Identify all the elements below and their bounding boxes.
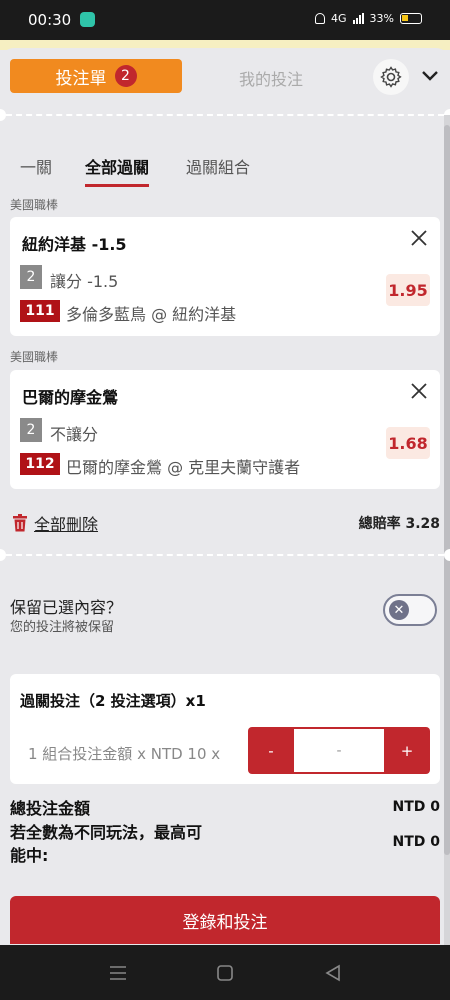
notification-app-icon: [80, 12, 95, 27]
keep-selections-title: 保留已選內容？: [10, 598, 123, 617]
chevron-down-icon: [422, 71, 438, 81]
tab-my-bets[interactable]: 我的投注: [200, 66, 342, 90]
decrease-button[interactable]: -: [248, 727, 294, 774]
total-odds: 總賠率 3.28: [359, 513, 440, 533]
notch: [444, 549, 450, 561]
max-win-label-line1: 若全數為不同玩法，最高可: [10, 823, 203, 842]
bet-card: 巴爾的摩金鶯 2 不讓分 112 巴爾的摩金鶯 @ 克里夫蘭守護者 1.68: [10, 370, 440, 489]
tab-betslip[interactable]: 投注單 2: [10, 59, 182, 93]
increase-button[interactable]: +: [384, 727, 430, 774]
matchup-label: 多倫多藍鳥 @ 紐約洋基: [66, 305, 237, 324]
event-id-badge: 111: [20, 300, 60, 322]
bet-card: 紐約洋基 -1.5 2 讓分 -1.5 111 多倫多藍鳥 @ 紐約洋基 1.9…: [10, 217, 440, 336]
status-bar: 00:30 4G 33%: [0, 0, 450, 40]
event-id-badge: 112: [20, 453, 60, 475]
battery-icon: [400, 13, 422, 24]
settings-button[interactable]: [373, 59, 409, 95]
stake-label: 1 組合投注金額 x NTD 10 x: [28, 745, 221, 763]
menu-lines-icon: [110, 966, 126, 980]
tab-parlay-combo[interactable]: 過關組合: [186, 154, 250, 178]
system-nav-bar: [0, 945, 450, 1000]
gear-icon: [380, 66, 402, 88]
market-label: 讓分 -1.5: [50, 272, 119, 291]
selection-title: 巴爾的摩金鶯: [22, 388, 119, 407]
total-odds-value: 3.28: [405, 516, 440, 532]
battery-percent: 33%: [369, 12, 394, 25]
odds-value: 1.68: [386, 427, 430, 459]
max-win-label-line2: 能中:: [10, 846, 49, 865]
login-and-bet-button[interactable]: 登錄和投注: [10, 896, 440, 944]
total-odds-label: 總賠率: [358, 516, 401, 532]
total-stake-label: 總投注金額: [10, 799, 91, 818]
home-square-icon: [217, 965, 233, 981]
tab-all-parlay[interactable]: 全部過關: [85, 154, 150, 187]
back-triangle-icon: [325, 964, 340, 982]
keep-selections-subtitle: 您的投注將被保留: [10, 620, 115, 635]
league-label: 美國職棒: [10, 198, 59, 212]
divider: [6, 114, 444, 116]
delete-all-label: 全部刪除: [34, 515, 99, 534]
market-label: 不讓分: [50, 425, 99, 444]
close-icon[interactable]: [408, 380, 430, 402]
matchup-label: 巴爾的摩金鶯 @ 克里夫蘭守護者: [66, 458, 301, 477]
betslip-count-badge: 2: [114, 65, 137, 87]
tab-single[interactable]: 一關: [20, 154, 52, 178]
delete-all-button[interactable]: 全部刪除: [12, 511, 98, 535]
league-label: 美國職棒: [10, 350, 59, 364]
keep-selections-toggle[interactable]: ✕: [383, 594, 437, 626]
collapse-button[interactable]: [418, 64, 442, 88]
signal-icon: [352, 13, 364, 24]
divider: [6, 554, 444, 556]
mute-bell-icon: [315, 13, 326, 24]
toggle-off-icon: ✕: [389, 600, 409, 620]
market-number: 2: [20, 418, 42, 442]
odds-value: 1.95: [386, 274, 430, 306]
close-icon[interactable]: [408, 227, 430, 249]
network-label: 4G: [331, 12, 347, 25]
parlay-title: 過關投注（2 投注選項）x1: [20, 692, 206, 710]
stake-stepper: - - +: [248, 727, 430, 774]
status-icons: 4G 33%: [315, 12, 422, 25]
tab-betslip-label: 投注單: [55, 68, 107, 89]
total-stake-value: NTD 0: [392, 799, 440, 815]
trash-icon: [13, 514, 27, 532]
market-number: 2: [20, 265, 42, 289]
scrollbar[interactable]: [444, 115, 450, 945]
selection-title: 紐約洋基 -1.5: [22, 235, 127, 254]
scrollbar-thumb[interactable]: [444, 125, 450, 855]
home-button[interactable]: [214, 962, 236, 984]
parlay-stake-card: 過關投注（2 投注選項）x1 1 組合投注金額 x NTD 10 x - - +: [10, 674, 440, 784]
stake-input[interactable]: -: [294, 729, 384, 772]
back-button[interactable]: [322, 962, 344, 984]
recent-apps-button[interactable]: [107, 962, 129, 984]
status-time: 00:30: [28, 11, 72, 29]
max-win-value: NTD 0: [392, 834, 440, 850]
